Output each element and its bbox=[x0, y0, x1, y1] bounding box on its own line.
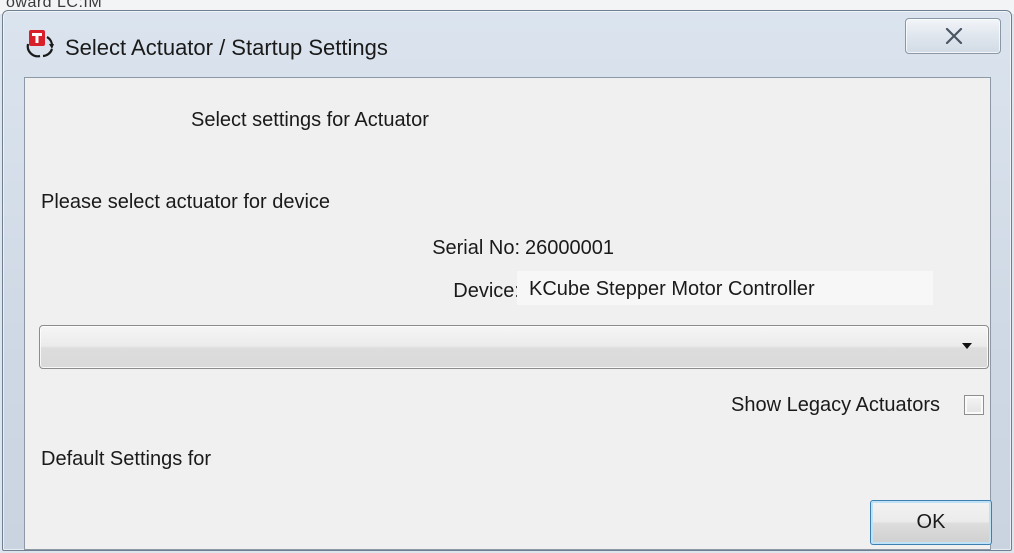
device-label: Device: bbox=[453, 280, 520, 302]
legacy-actuators-label[interactable]: Show Legacy Actuators bbox=[731, 394, 940, 417]
close-button[interactable] bbox=[905, 18, 1001, 54]
device-value: KCube Stepper Motor Controller bbox=[517, 271, 933, 305]
close-icon bbox=[945, 28, 963, 44]
select-actuator-dialog: Select Actuator / Startup Settings Selec… bbox=[2, 10, 1012, 551]
dialog-client-area: Select settings for Actuator Please sele… bbox=[24, 77, 992, 550]
serial-value: 26000001 bbox=[525, 237, 614, 259]
window-title: Select Actuator / Startup Settings bbox=[65, 35, 388, 60]
legacy-actuators-checkbox[interactable] bbox=[964, 395, 984, 415]
ok-button[interactable]: OK bbox=[870, 500, 992, 545]
default-settings-label: Default Settings for bbox=[41, 448, 212, 470]
thorlabs-icon bbox=[25, 29, 55, 59]
actuator-prompt: Please select actuator for device bbox=[41, 191, 331, 213]
chevron-down-icon bbox=[962, 343, 972, 349]
actuator-select[interactable] bbox=[39, 325, 989, 369]
title-bar[interactable]: Select Actuator / Startup Settings bbox=[3, 11, 1011, 77]
dialog-heading: Select settings for Actuator bbox=[191, 109, 429, 131]
serial-label: Serial No: bbox=[432, 237, 520, 259]
